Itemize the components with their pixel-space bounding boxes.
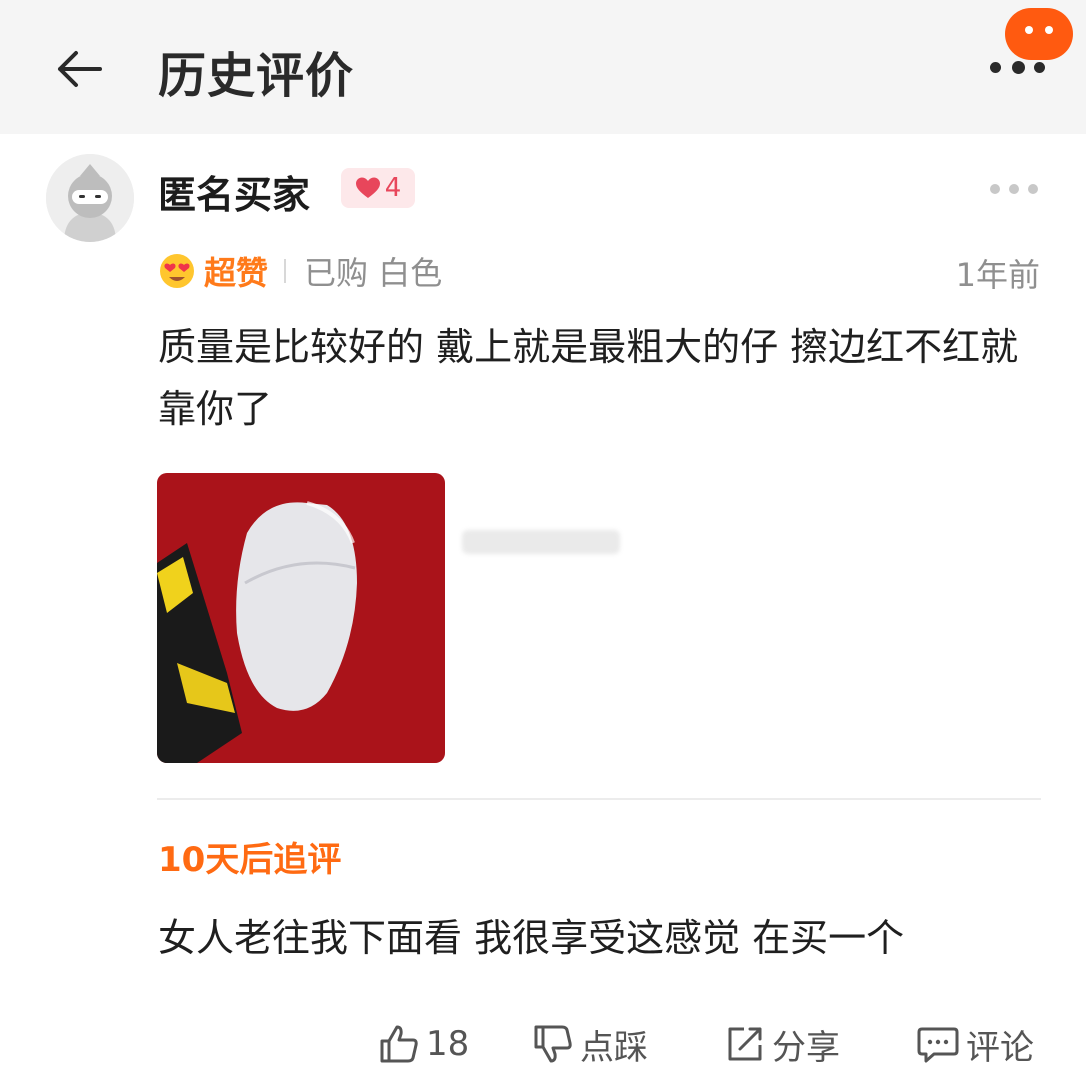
more-dots-icon xyxy=(990,62,1001,73)
rating-row: 超赞 已购 白色 xyxy=(158,250,442,292)
divider xyxy=(157,798,1041,800)
comment-label: 评论 xyxy=(966,1027,1034,1068)
purchase-info: 已购 白色 xyxy=(304,254,443,292)
dislike-label: 点踩 xyxy=(580,1027,648,1068)
share-label: 分享 xyxy=(772,1027,840,1068)
username: 匿名买家 xyxy=(158,173,311,217)
share-icon xyxy=(728,1027,762,1061)
share-button[interactable]: 分享 xyxy=(724,1016,840,1072)
action-bar: 18 点踩 分享 评论 xyxy=(0,1016,1086,1072)
like-button[interactable]: 18 xyxy=(378,1016,469,1072)
back-button[interactable] xyxy=(50,40,108,98)
heart-eyes-emoji-icon xyxy=(160,254,194,288)
anonymous-avatar-icon xyxy=(46,154,134,242)
user-like-badge: 4 xyxy=(341,168,415,208)
thumbs-down-icon xyxy=(534,1025,572,1063)
dislike-button[interactable]: 点踩 xyxy=(532,1016,648,1072)
followup-label: 10天后追评 xyxy=(158,840,342,880)
followup-text: 女人老往我下面看 我很享受这感觉 在买一个 xyxy=(158,916,905,960)
blurred-caption xyxy=(462,530,620,554)
separator xyxy=(284,259,287,283)
like-count: 18 xyxy=(426,1024,470,1064)
product-photo-icon xyxy=(157,473,445,763)
review-more-button[interactable] xyxy=(990,182,1038,196)
more-dots-icon xyxy=(990,184,1000,194)
arrow-left-icon xyxy=(58,51,102,87)
like-badge-count: 4 xyxy=(384,173,402,203)
avatar[interactable] xyxy=(46,154,134,242)
header-bar: 历史评价 xyxy=(0,0,1086,134)
floating-assistant-icon[interactable] xyxy=(1005,8,1073,60)
review-photo[interactable] xyxy=(157,473,445,763)
comment-button[interactable]: 评论 xyxy=(916,1016,1034,1072)
rating-label: 超赞 xyxy=(204,254,269,292)
review-text: 质量是比较好的 戴上就是最粗大的仔 擦边红不红就靠你了 xyxy=(158,325,1019,431)
comment-icon xyxy=(917,1027,959,1063)
page-title: 历史评价 xyxy=(158,48,355,104)
thumbs-up-icon xyxy=(380,1025,418,1063)
heart-icon xyxy=(355,177,380,198)
review-time: 1年前 xyxy=(955,256,1040,294)
